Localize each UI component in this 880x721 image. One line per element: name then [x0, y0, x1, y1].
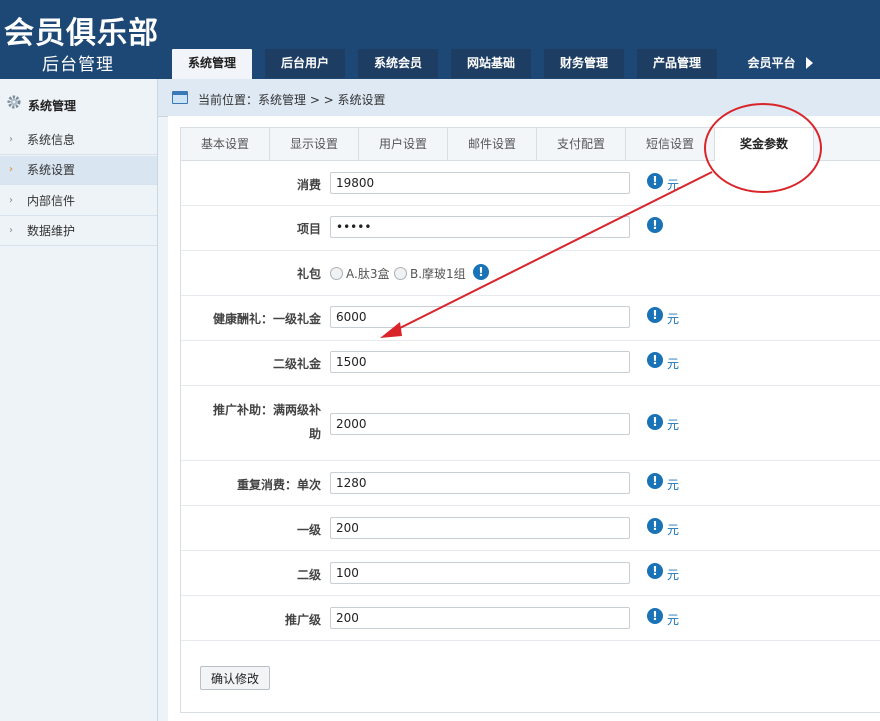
sidebar-item-label: 系统信息: [27, 133, 76, 147]
field-label: 推广补助：满两级补助: [212, 403, 321, 441]
form-row-level2-gift: 二级礼金 ! 元: [181, 341, 880, 386]
unit-label: 元: [667, 613, 680, 627]
chevron-right-icon: ›: [9, 225, 13, 236]
field-label: 二级: [296, 568, 321, 582]
form-row-promo-subsidy: 推广补助：满两级补助 ! 元: [181, 386, 880, 461]
consumption-input[interactable]: [330, 172, 630, 194]
info-icon: !: [647, 518, 663, 534]
form-row-gift: 礼包 A.肽3盒 B.摩玻1组 !: [181, 251, 880, 296]
nav-tab-site-basics[interactable]: 网站基础: [451, 49, 531, 78]
window-icon: [172, 91, 188, 104]
nav-tab-finance[interactable]: 财务管理: [544, 49, 624, 78]
level2-gift-input[interactable]: [330, 351, 630, 373]
chevron-right-icon: ›: [9, 195, 13, 206]
unit-label: 元: [667, 568, 680, 582]
gift-radio-b[interactable]: [394, 267, 407, 280]
sidebar-item-system-settings[interactable]: › 系统设置: [0, 156, 157, 185]
arrow-right-icon: [805, 57, 813, 69]
tab-bonus-params[interactable]: 奖金参数: [715, 128, 814, 161]
nav-tab-products[interactable]: 产品管理: [637, 49, 717, 78]
settings-card: 基本设置 显示设置 用户设置 邮件设置 支付配置 短信设置 奖金参数 消费 ! …: [180, 127, 880, 713]
field-label: 二级礼金: [272, 357, 321, 371]
info-icon: !: [647, 608, 663, 624]
sidebar-item-data-maintenance[interactable]: › 数据维护: [0, 217, 157, 246]
info-icon: !: [647, 352, 663, 368]
tab-mail-settings[interactable]: 邮件设置: [448, 128, 537, 160]
form-row-level1: 一级 ! 元: [181, 506, 880, 551]
form-row-health-level1: 健康酬礼：一级礼金 ! 元: [181, 296, 880, 341]
field-label: 健康酬礼：一级礼金: [212, 312, 321, 326]
tab-basic-settings[interactable]: 基本设置: [181, 128, 270, 160]
promo-subsidy-input[interactable]: [330, 413, 630, 435]
unit-label: 元: [667, 523, 680, 537]
breadcrumb: 当前位置：系统管理 > > 系统设置: [198, 93, 386, 107]
chevron-right-icon: ›: [9, 134, 13, 145]
info-icon: !: [647, 473, 663, 489]
sidebar-heading: 系统管理: [0, 91, 157, 121]
chevron-right-icon: ›: [9, 164, 13, 175]
nav-tab-system-management[interactable]: 系统管理: [172, 49, 252, 79]
nav-tab-admin-users[interactable]: 后台用户: [265, 49, 345, 78]
tab-sms-settings[interactable]: 短信设置: [626, 128, 715, 160]
field-label: 项目: [296, 222, 321, 236]
field-label: 推广级: [284, 613, 321, 627]
confirm-button[interactable]: 确认修改: [200, 666, 270, 690]
field-label: 一级: [296, 523, 321, 537]
project-password-input[interactable]: [330, 216, 630, 238]
level2-input[interactable]: [330, 562, 630, 584]
field-label: 重复消费：单次: [236, 478, 321, 492]
tab-display-settings[interactable]: 显示设置: [270, 128, 359, 160]
sidebar-heading-label: 系统管理: [28, 99, 77, 113]
form-row-repeat-single: 重复消费：单次 ! 元: [181, 461, 880, 506]
repeat-single-input[interactable]: [330, 472, 630, 494]
unit-label: 元: [667, 178, 680, 192]
sidebar: 系统管理 › 系统信息 › 系统设置 › 内部信件 › 数据维护: [0, 79, 158, 721]
gift-radio-a[interactable]: [330, 267, 343, 280]
promo-level-input[interactable]: [330, 607, 630, 629]
unit-label: 元: [667, 312, 680, 326]
gift-option-b-label: B.摩玻1组: [410, 267, 466, 281]
form-row-consumption: 消费 ! 元: [181, 161, 880, 206]
settings-tabs: 基本设置 显示设置 用户设置 邮件设置 支付配置 短信设置 奖金参数: [181, 128, 880, 161]
form-row-promo-level: 推广级 ! 元: [181, 596, 880, 641]
nav-tab-member-platform-label: 会员平台: [747, 56, 796, 70]
info-icon: !: [647, 563, 663, 579]
tab-payment-config[interactable]: 支付配置: [537, 128, 626, 160]
info-icon: !: [647, 414, 663, 430]
breadcrumb-bar: 当前位置：系统管理 > > 系统设置: [158, 79, 880, 117]
form-row-level2: 二级 ! 元: [181, 551, 880, 596]
nav-tab-member-platform[interactable]: 会员平台: [730, 49, 830, 78]
health-level1-input[interactable]: [330, 306, 630, 328]
sidebar-item-system-info[interactable]: › 系统信息: [0, 126, 157, 155]
field-label: 消费: [296, 178, 321, 192]
unit-label: 元: [667, 418, 680, 432]
info-icon: !: [647, 307, 663, 323]
gift-option-a-label: A.肽3盒: [346, 267, 390, 281]
unit-label: 元: [667, 478, 680, 492]
level1-input[interactable]: [330, 517, 630, 539]
sidebar-item-label: 数据维护: [27, 224, 76, 238]
gear-icon: [7, 95, 21, 109]
info-icon: !: [647, 217, 663, 233]
site-subtitle: 后台管理: [42, 55, 114, 75]
site-title: 会员俱乐部: [4, 16, 159, 51]
sidebar-item-internal-mail[interactable]: › 内部信件: [0, 187, 157, 216]
nav-tab-system-members[interactable]: 系统会员: [358, 49, 438, 78]
field-label: 礼包: [296, 267, 321, 281]
sidebar-item-label: 内部信件: [27, 194, 76, 208]
main-panel: 基本设置 显示设置 用户设置 邮件设置 支付配置 短信设置 奖金参数 消费 ! …: [168, 116, 880, 721]
form-row-project: 项目 !: [181, 206, 880, 251]
info-icon: !: [647, 173, 663, 189]
info-icon: !: [473, 264, 489, 280]
sidebar-item-label: 系统设置: [27, 163, 76, 177]
top-header: 会员俱乐部 后台管理 系统管理 后台用户 系统会员 网站基础 财务管理 产品管理…: [0, 0, 880, 79]
unit-label: 元: [667, 357, 680, 371]
tab-user-settings[interactable]: 用户设置: [359, 128, 448, 160]
